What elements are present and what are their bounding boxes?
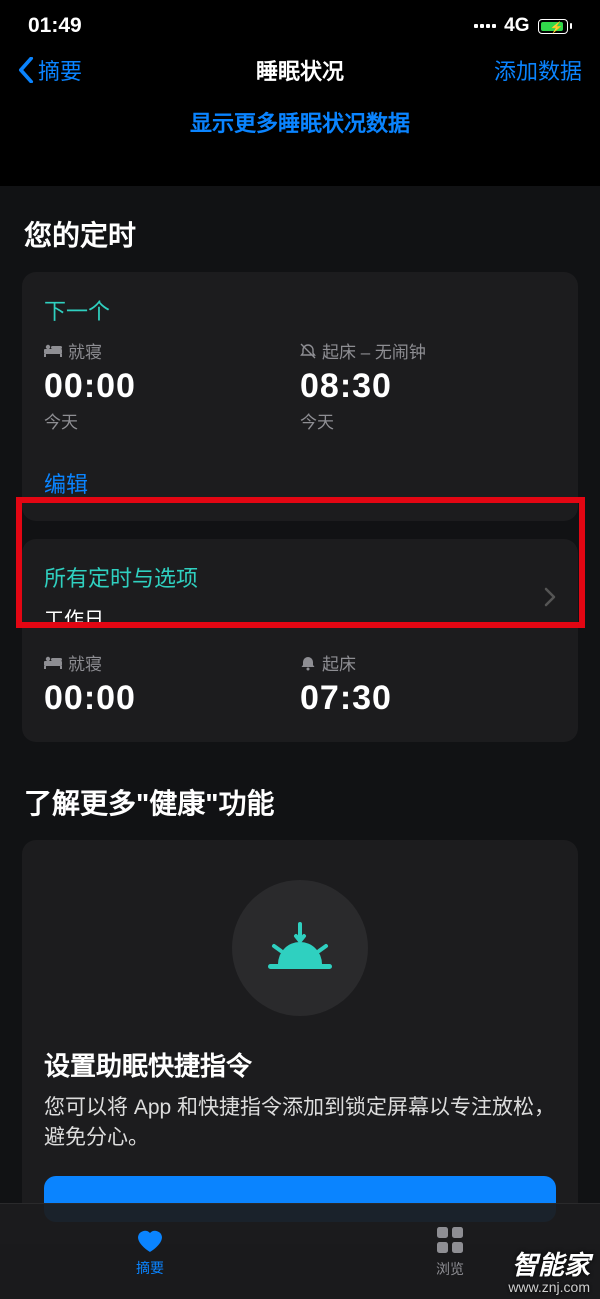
feature-card: 设置助眠快捷指令 您可以将 App 和快捷指令添加到锁定屏幕以专注放松，避免分心…: [22, 840, 578, 1244]
bedtime-label: 就寝: [68, 338, 102, 363]
all-options-title: 所有定时与选项: [44, 561, 198, 593]
all-wake-value: 07:30: [300, 679, 556, 718]
grid-icon: [435, 1225, 465, 1255]
page-title: 睡眠状况: [256, 54, 344, 86]
add-data-button[interactable]: 添加数据: [494, 54, 582, 86]
nav-bar: 摘要 睡眠状况 添加数据: [0, 44, 600, 100]
feature-description: 您可以将 App 和快捷指令添加到锁定屏幕以专注放松，避免分心。: [44, 1093, 556, 1154]
bedtime-block: 就寝 00:00 今天: [44, 338, 300, 433]
battery-icon: ⚡: [538, 19, 573, 34]
watermark: 智能家 www.znj.com: [508, 1251, 590, 1295]
feature-title: 设置助眠快捷指令: [44, 1046, 556, 1083]
back-label: 摘要: [38, 54, 82, 86]
all-wake-label: 起床: [322, 650, 356, 675]
tab-summary[interactable]: 摘要: [0, 1204, 300, 1299]
wake-label: 起床 – 无闹钟: [322, 338, 426, 363]
all-bed-value: 00:00: [44, 679, 300, 718]
status-right: 4G ⚡: [474, 15, 572, 37]
tab-summary-label: 摘要: [136, 1258, 164, 1278]
heart-icon: [134, 1226, 166, 1254]
chevron-right-icon: [544, 587, 556, 607]
bedtime-day: 今天: [44, 408, 300, 433]
wake-value: 08:30: [300, 367, 556, 406]
all-options-subtitle: 工作日: [44, 603, 198, 632]
alarm-off-icon: [300, 343, 316, 359]
wake-block: 起床 – 无闹钟 08:30 今天: [300, 338, 556, 433]
watermark-url: www.znj.com: [508, 1280, 590, 1295]
back-button[interactable]: 摘要: [18, 54, 82, 86]
tab-browse-label: 浏览: [436, 1259, 464, 1279]
bedtime-value: 00:00: [44, 367, 300, 406]
sunrise-icon: [232, 880, 368, 1016]
schedule-section-title: 您的定时: [0, 208, 600, 272]
all-options-card[interactable]: 所有定时与选项 工作日 就寝 00:00 起床 07:30: [22, 539, 578, 742]
edit-button[interactable]: 编辑: [44, 467, 556, 499]
status-bar: 01:49 4G ⚡: [0, 0, 600, 44]
network-label: 4G: [504, 15, 529, 37]
chevron-left-icon: [18, 57, 34, 83]
wake-day: 今天: [300, 408, 556, 433]
next-label: 下一个: [44, 294, 556, 326]
all-bed-label: 就寝: [68, 650, 102, 675]
bell-icon: [300, 655, 316, 671]
learn-section-title: 了解更多"健康"功能: [0, 760, 600, 840]
bed-icon: [44, 344, 62, 357]
next-schedule-card: 下一个 就寝 00:00 今天 起床 – 无闹钟 08:30 今天 编辑: [22, 272, 578, 521]
bed-icon: [44, 656, 62, 669]
show-more-link[interactable]: 显示更多睡眠状况数据: [0, 100, 600, 152]
watermark-title: 智能家: [508, 1251, 590, 1280]
status-time: 01:49: [28, 14, 82, 38]
signal-icon: [474, 24, 496, 28]
